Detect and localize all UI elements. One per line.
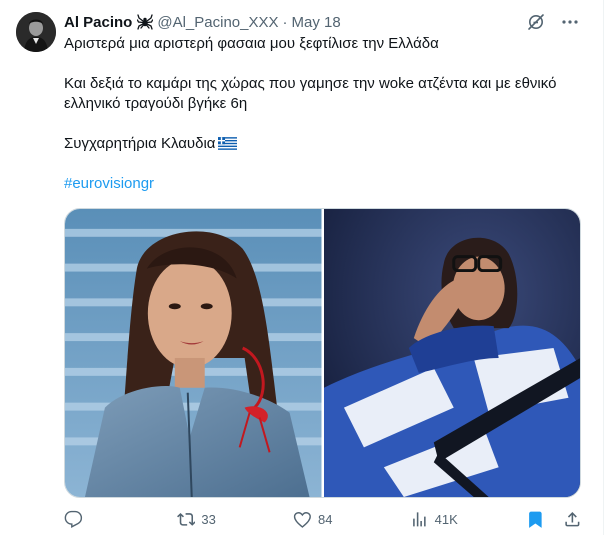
tweet-line-3-text: Συγχαρητήρια Κλαυδια	[64, 135, 216, 152]
tweet-media	[64, 208, 581, 498]
retweet-button[interactable]: 33	[176, 510, 294, 529]
tweet-line-2: Και δεξιά το καμάρι της χώρας που γαμησε…	[64, 75, 557, 112]
reply-icon	[64, 510, 83, 528]
more-icon[interactable]	[560, 12, 580, 32]
tweet-actions: 33 84 41K	[64, 510, 582, 529]
heart-icon	[294, 512, 312, 528]
share-button[interactable]	[563, 510, 582, 529]
tweet-text: Αριστερά μια αριστερή φασαια μου ξεφτίλι…	[64, 34, 574, 194]
header-actions	[526, 12, 580, 32]
tweet-content: Al Pacino @Al_Pacino_XXX · May 18 Αριστε…	[64, 12, 580, 194]
reply-button[interactable]	[64, 510, 177, 529]
grok-icon[interactable]	[526, 12, 546, 32]
spider-icon	[137, 14, 154, 30]
tweet-date[interactable]: May 18	[292, 14, 341, 31]
greek-flag-icon	[218, 137, 238, 150]
retweet-count: 33	[201, 511, 216, 527]
share-icon	[565, 512, 580, 527]
like-count: 84	[318, 511, 333, 527]
tweet-actions-end	[526, 510, 582, 529]
photo-right[interactable]	[323, 209, 580, 497]
views-count: 41K	[434, 511, 458, 527]
tweet-header: Al Pacino @Al_Pacino_XXX · May 18	[64, 12, 580, 32]
views-icon	[413, 512, 426, 527]
bookmark-button[interactable]	[526, 510, 545, 529]
like-button[interactable]: 84	[293, 510, 410, 529]
photo-left[interactable]	[65, 209, 322, 497]
tweet-line-3: Συγχαρητήρια Κλαυδια	[64, 134, 574, 154]
author-name[interactable]: Al Pacino	[64, 14, 132, 31]
avatar[interactable]	[16, 12, 56, 52]
tweet[interactable]: Al Pacino @Al_Pacino_XXX · May 18 Αριστε…	[0, 0, 604, 535]
separator: ·	[282, 13, 288, 31]
views-button[interactable]: 41K	[410, 510, 527, 529]
author-handle[interactable]: @Al_Pacino_XXX	[157, 14, 278, 31]
retweet-icon	[176, 513, 196, 526]
bookmark-icon	[529, 511, 543, 528]
tweet-line-1: Αριστερά μια αριστερή φασαια μου ξεφτίλι…	[64, 35, 439, 52]
hashtag-link[interactable]: #eurovisiongr	[64, 175, 154, 192]
